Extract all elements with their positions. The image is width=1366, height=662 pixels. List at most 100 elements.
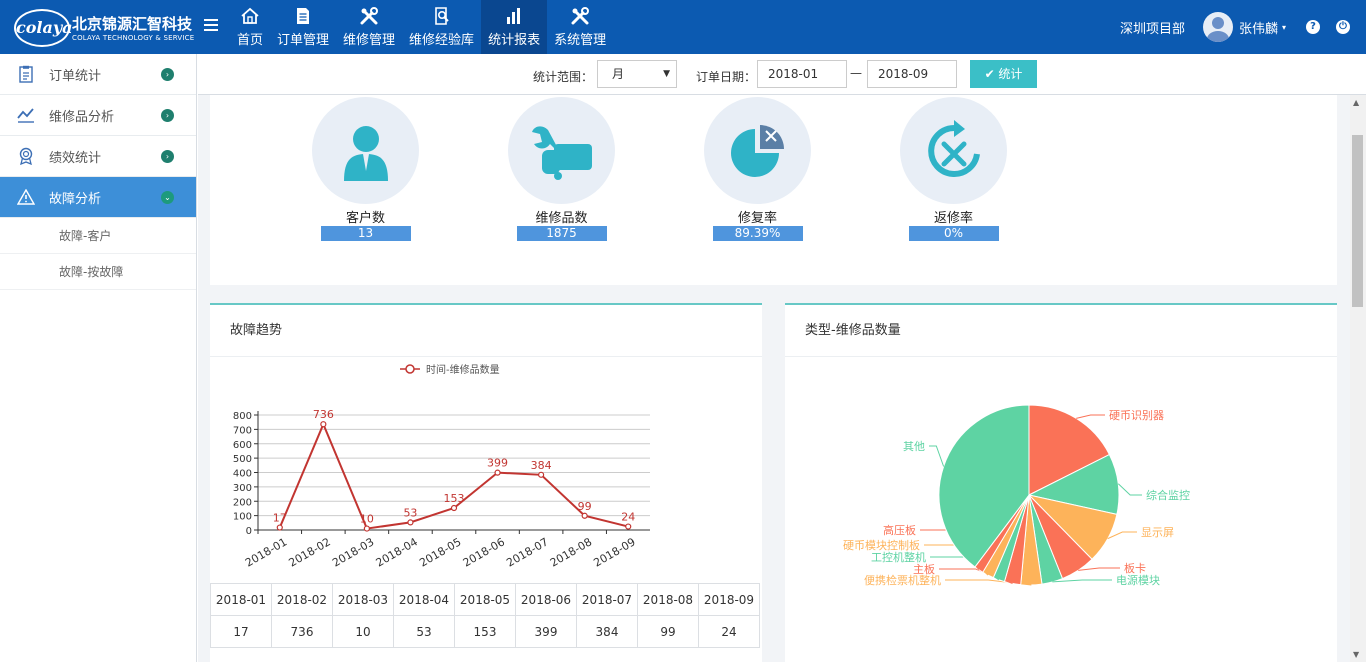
nav-item-orders[interactable]: 订单管理 bbox=[270, 0, 336, 54]
pie-icon bbox=[704, 97, 811, 204]
y-tick-label: 500 bbox=[233, 454, 252, 465]
data-point[interactable] bbox=[581, 512, 588, 519]
nav-label: 维修管理 bbox=[343, 33, 396, 48]
nav-item-reports[interactable]: 统计报表 bbox=[481, 0, 548, 54]
pie-label: 综合监控 bbox=[1146, 488, 1190, 502]
scroll-up-icon[interactable]: ▲ bbox=[1353, 98, 1359, 107]
sidebar-item-label: 故障分析 bbox=[49, 191, 102, 207]
stat-value: 13 bbox=[320, 226, 411, 241]
pie-label: 电源模块 bbox=[1116, 573, 1160, 587]
chevron-down-icon[interactable]: ▾ bbox=[1282, 23, 1286, 32]
power-icon[interactable]: ⏻ bbox=[1336, 20, 1350, 34]
range-select[interactable]: 月 ▼ bbox=[597, 60, 677, 88]
x-tick-label: 2018-05 bbox=[417, 535, 463, 569]
sidebar-item-performance[interactable]: 绩效统计 › bbox=[0, 136, 196, 177]
sidebar-item-order-stats[interactable]: 订单统计 › bbox=[0, 54, 196, 95]
data-label: 399 bbox=[487, 457, 508, 470]
data-point[interactable] bbox=[450, 504, 458, 512]
data-point[interactable] bbox=[363, 525, 370, 532]
department-name[interactable]: 深圳项目部 bbox=[1120, 18, 1185, 37]
user-name[interactable]: 张伟麟 bbox=[1239, 18, 1278, 37]
logo-mark: colaya bbox=[14, 9, 73, 47]
tools-icon bbox=[360, 7, 379, 25]
user-area: 深圳项目部 张伟麟 ▾ ? ⏻ bbox=[1120, 0, 1366, 54]
date-separator: — bbox=[850, 66, 862, 80]
wrench-hand-icon bbox=[508, 97, 615, 204]
data-point[interactable] bbox=[407, 519, 414, 526]
table-cell: 24 bbox=[698, 615, 760, 648]
main-nav: 首页 订单管理 维修管理 维修经验库 统计报表 系统管理 bbox=[230, 0, 613, 54]
data-label: 384 bbox=[531, 459, 552, 472]
type-card: 类型-维修品数量 硬币识别器 综合监控 显示屏 板卡 电源模块 便携检票机整机 主板 工控机整… bbox=[785, 303, 1337, 662]
logo-company-name: 北京锦源汇智科技 bbox=[72, 15, 193, 33]
trend-card: 故障趋势 时间-维修品数量 0 100 200 300 400 500 600 700 800 20… bbox=[210, 303, 762, 662]
range-select-value: 月 bbox=[612, 67, 625, 81]
table-cell: 53 bbox=[393, 615, 455, 648]
data-label: 153 bbox=[444, 492, 465, 505]
y-tick-label: 400 bbox=[233, 469, 252, 480]
pie-label: 硬币模块控制板 bbox=[843, 538, 920, 552]
data-point[interactable] bbox=[494, 469, 501, 476]
sidebar-subitem-fault-customer[interactable]: 故障-客户 bbox=[0, 218, 196, 254]
person-icon bbox=[312, 97, 419, 204]
trend-line-chart: 时间-维修品数量 0 100 200 300 400 500 600 700 800 2018-01… bbox=[233, 363, 650, 570]
y-tick-label: 200 bbox=[233, 497, 252, 508]
pie-label-line bbox=[1052, 579, 1112, 583]
nav-label: 首页 bbox=[237, 33, 264, 48]
x-tick-label: 2018-03 bbox=[330, 535, 376, 569]
sidebar: 订单统计 › 维修品分析 › 绩效统计 › 故障分析 ⌄ 故障-客户 故障-按故… bbox=[0, 54, 197, 662]
pie-label: 显示屏 bbox=[1141, 526, 1174, 539]
range-label: 统计范围： bbox=[533, 70, 594, 84]
order-date-label: 订单日期： bbox=[696, 70, 757, 84]
logo[interactable]: colaya 北京锦源汇智科技 COLAYA TECHNOLOGY & SERV… bbox=[14, 9, 194, 47]
nav-item-repair[interactable]: 维修管理 bbox=[336, 0, 402, 54]
stat-customers: 客户数 13 bbox=[312, 97, 419, 241]
date-start-input[interactable]: 2018-01 bbox=[757, 60, 847, 88]
vertical-scrollbar[interactable]: ▲ ▼ bbox=[1350, 95, 1366, 662]
table-header-cell: 2018-07 bbox=[576, 583, 638, 616]
y-tick-label: 600 bbox=[233, 440, 252, 451]
data-point[interactable] bbox=[538, 471, 545, 478]
sidebar-item-label: 订单统计 bbox=[49, 68, 102, 84]
menu-toggle-icon[interactable] bbox=[204, 19, 218, 33]
x-tick-label: 2018-02 bbox=[287, 535, 333, 569]
data-point[interactable] bbox=[625, 523, 632, 530]
stat-value: 0% bbox=[908, 226, 999, 241]
help-icon[interactable]: ? bbox=[1306, 20, 1320, 34]
nav-label: 统计报表 bbox=[488, 33, 541, 48]
nav-item-knowledge[interactable]: 维修经验库 bbox=[402, 0, 481, 54]
submit-stats-button[interactable]: ✔ 统计 bbox=[970, 60, 1037, 88]
stat-repair-rate: 修复率 89.39% bbox=[704, 97, 811, 241]
document-icon bbox=[297, 8, 310, 24]
stat-value: 89.39% bbox=[712, 226, 803, 241]
pie-label: 板卡 bbox=[1124, 561, 1146, 575]
data-point[interactable] bbox=[276, 524, 283, 531]
sidebar-subitem-fault-type[interactable]: 故障-按故障 bbox=[0, 254, 196, 290]
pie-label-line bbox=[1078, 567, 1120, 571]
table-cell: 10 bbox=[332, 615, 394, 648]
table-header-cell: 2018-08 bbox=[637, 583, 699, 616]
date-end-input[interactable]: 2018-09 bbox=[867, 60, 957, 88]
medal-icon bbox=[16, 146, 36, 166]
x-tick-label: 2018-06 bbox=[461, 535, 507, 569]
scrollbar-thumb[interactable] bbox=[1352, 135, 1363, 307]
stat-repair-items: 维修品数 1875 bbox=[508, 97, 615, 241]
chevron-right-icon: › bbox=[161, 68, 174, 81]
avatar[interactable] bbox=[1202, 12, 1233, 42]
stat-value: 1875 bbox=[516, 226, 607, 241]
y-tick-label: 100 bbox=[233, 512, 252, 523]
pie-label-line bbox=[1076, 414, 1105, 419]
search-doc-icon bbox=[434, 7, 449, 25]
chart-legend[interactable]: 时间-维修品数量 bbox=[400, 363, 500, 376]
stat-label: 客户数 bbox=[345, 211, 385, 226]
sidebar-item-fault-analysis[interactable]: 故障分析 ⌄ bbox=[0, 177, 196, 218]
table-row: 17 736 10 53 153 399 384 99 24 bbox=[210, 615, 760, 648]
y-tick-label: 300 bbox=[233, 483, 252, 494]
sidebar-item-repair-analysis[interactable]: 维修品分析 › bbox=[0, 95, 196, 136]
nav-item-system[interactable]: 系统管理 bbox=[547, 0, 613, 54]
nav-item-home[interactable]: 首页 bbox=[230, 0, 270, 54]
trend-data-table: 2018-01 2018-02 2018-03 2018-04 2018-05 2018-… bbox=[210, 583, 760, 648]
scroll-down-icon[interactable]: ▼ bbox=[1353, 650, 1359, 659]
data-point[interactable] bbox=[320, 421, 327, 428]
y-tick-label: 0 bbox=[246, 526, 252, 537]
